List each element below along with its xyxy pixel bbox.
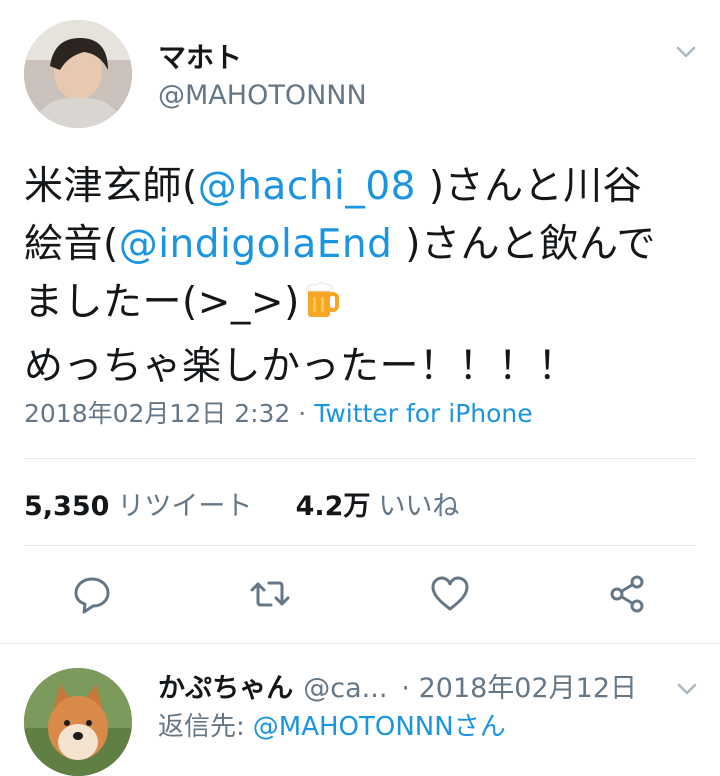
tweet-stats: 5,350 リツイート 4.2万 いいね (24, 484, 459, 523)
tweet-text-segment: )さんと川谷 (415, 164, 643, 209)
author-avatar[interactable] (24, 20, 132, 128)
tweet-line-4: めっちゃ楽しかったー！！！！ (24, 338, 704, 396)
tweet-line-2: 絵音(@indigolaEnd )さんと飲んで (24, 216, 704, 274)
share-icon[interactable] (606, 572, 650, 616)
chevron-down-icon[interactable] (674, 676, 700, 702)
beer-mug-icon (302, 280, 342, 338)
author-handle[interactable]: @MAHOTONNN (158, 80, 367, 111)
tweet-meta: 2018年02月12日 2:32 · Twitter for iPhone (24, 394, 533, 430)
reply-author-name[interactable]: かぷちゃん (158, 673, 293, 704)
retweets-label: リツイート (117, 491, 253, 522)
mention-link[interactable]: @indigolaEnd (119, 222, 393, 267)
tweet-text: 米津玄師(@hachi_08 )さんと川谷 絵音(@indigolaEnd )さ… (24, 158, 704, 396)
divider (24, 545, 696, 546)
retweets-stat[interactable]: 5,350 リツイート (24, 491, 252, 522)
likes-count: 4.2万 (295, 491, 371, 522)
tweet-text-segment: めっちゃ楽しかったー！！！！ (24, 344, 578, 389)
reply-to-mention[interactable]: @MAHOTONNNさん (253, 712, 506, 742)
retweet-icon[interactable] (248, 572, 292, 616)
divider (0, 643, 720, 644)
reply-header: かぷちゃん @ca... · 2018年02月12日 (158, 666, 637, 705)
tweet-line-1: 米津玄師(@hachi_08 )さんと川谷 (24, 158, 704, 216)
reply-author-avatar[interactable] (24, 668, 132, 776)
tweet-source-link[interactable]: Twitter for iPhone (314, 399, 532, 428)
tweet-text-segment: 米津玄師( (24, 164, 198, 209)
mention-link[interactable]: @hachi_08 (198, 164, 416, 209)
chevron-down-icon[interactable] (672, 38, 700, 66)
reply-icon[interactable] (70, 572, 114, 616)
reply-author-handle[interactable]: @ca... (303, 673, 387, 704)
reply-date[interactable]: · 2018年02月12日 (401, 673, 637, 704)
tweet-line-3: ましたー(>_>) (24, 274, 704, 338)
likes-label: いいね (378, 491, 460, 522)
tweet-timestamp[interactable]: 2018年02月12日 2:32 (24, 399, 290, 428)
author-display-name[interactable]: マホト (158, 36, 242, 76)
reply-to-label: 返信先: (158, 712, 245, 742)
likes-stat[interactable]: 4.2万 いいね (296, 491, 460, 522)
heart-icon[interactable] (428, 572, 472, 616)
meta-separator: · (298, 399, 307, 428)
divider (24, 458, 696, 459)
retweets-count: 5,350 (24, 491, 110, 522)
reply-to-line: 返信先: @MAHOTONNNさん (158, 706, 506, 743)
tweet-text-segment: ましたー(>_>) (24, 280, 300, 325)
tweet-text-segment: 絵音( (24, 222, 119, 267)
tweet-text-segment: )さんと飲んで (392, 222, 657, 267)
